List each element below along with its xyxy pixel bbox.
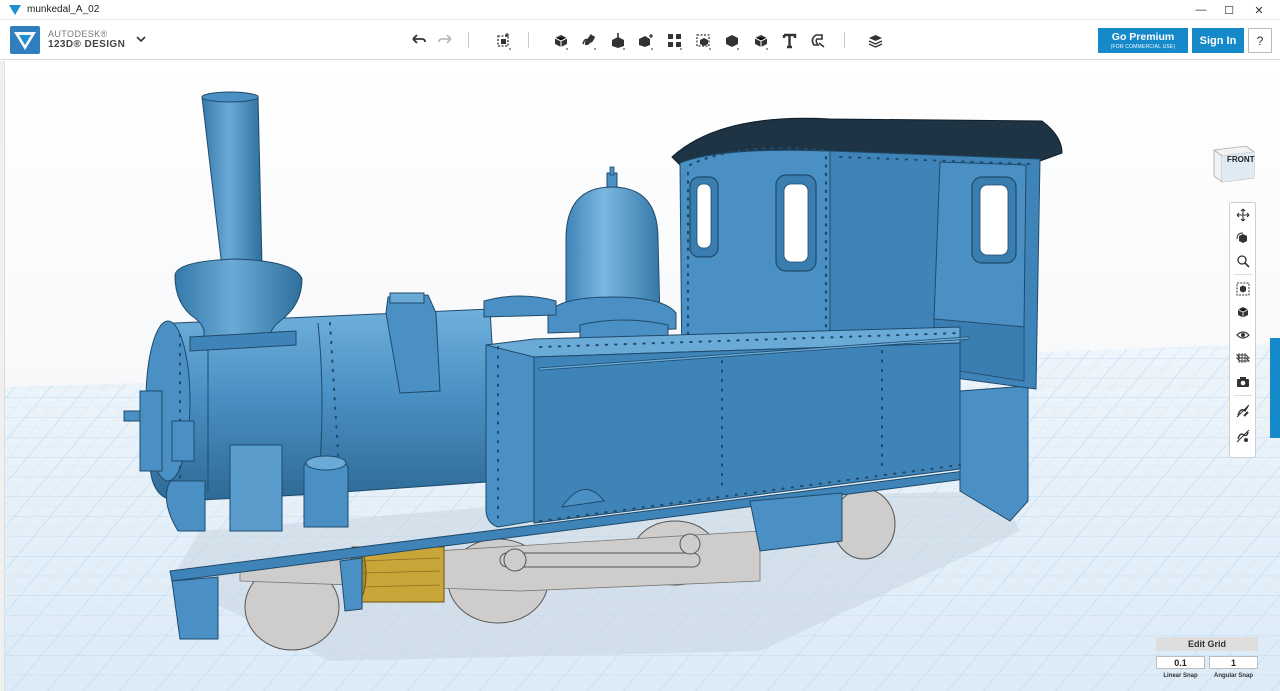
measure-icon <box>754 34 767 47</box>
go-premium-button[interactable]: Go Premium (FOR COMMERCIAL USE) <box>1098 28 1188 53</box>
maximize-button[interactable]: ☐ <box>1214 0 1244 20</box>
dropdown-indicator <box>680 48 682 50</box>
hide-meshes-button[interactable] <box>1234 427 1252 445</box>
pattern-button[interactable] <box>663 29 685 51</box>
snap-button[interactable] <box>806 29 828 51</box>
visibility-icon <box>1236 331 1250 339</box>
primitives-icon <box>554 34 567 47</box>
linear-snap-field[interactable]: 0.1 <box>1156 656 1205 669</box>
dropdown-indicator <box>651 48 653 50</box>
undo-icon <box>411 33 426 44</box>
toolbar-separator <box>468 32 469 48</box>
modify-icon <box>638 33 653 47</box>
angular-snap-label: Angular Snap <box>1213 673 1253 679</box>
redo-button[interactable] <box>434 29 456 51</box>
grouping-button[interactable] <box>692 29 714 51</box>
transform-icon <box>496 32 509 47</box>
app-logo-icon <box>9 4 21 15</box>
3d-viewport[interactable]: FRONT Edit Grid 0.1 1 Linear Snap Angula… <box>0 61 1280 691</box>
chimney <box>174 91 303 352</box>
right-panel-handle[interactable] <box>1270 338 1280 438</box>
chevron-down-icon[interactable] <box>134 32 148 46</box>
sketch-icon <box>581 33 595 45</box>
autodesk-logo-icon[interactable] <box>10 26 40 54</box>
text-icon <box>782 33 796 48</box>
zoom-icon <box>1237 255 1250 268</box>
angular-snap-field[interactable]: 1 <box>1209 656 1258 669</box>
orbit-button[interactable] <box>1234 229 1252 247</box>
material-display-button[interactable] <box>1234 349 1252 367</box>
material-button[interactable] <box>864 29 886 51</box>
view-cube-toggle-button[interactable] <box>1234 303 1252 321</box>
app-toolbar: AUTODESK® 123D® DESIGN Go Premium (FOR C… <box>0 20 1280 60</box>
left-panel-edge <box>0 61 5 691</box>
dropdown-indicator <box>737 48 739 50</box>
combine-icon <box>725 34 738 47</box>
dropdown-indicator <box>709 48 711 50</box>
dropdown-indicator <box>566 48 568 50</box>
window-titlebar: munkedal_A_02 — ☐ ✕ <box>0 0 1280 20</box>
primitives-button[interactable] <box>549 29 571 51</box>
redo-icon <box>437 33 452 44</box>
toolbar-separator <box>528 32 529 48</box>
close-button[interactable]: ✕ <box>1244 0 1274 20</box>
snap-icon <box>811 33 824 48</box>
pattern-icon <box>667 33 681 47</box>
grouping-icon <box>695 33 710 47</box>
sketch-button[interactable] <box>577 29 599 51</box>
measure-button[interactable] <box>749 29 771 51</box>
pan-icon <box>1236 208 1250 222</box>
hide-meshes-icon <box>1236 429 1250 443</box>
pan-button[interactable] <box>1234 206 1252 224</box>
undo-button[interactable] <box>407 29 429 51</box>
material-display-icon <box>1236 353 1250 363</box>
construct-button[interactable] <box>606 29 628 51</box>
nav-separator <box>1234 395 1252 396</box>
view-cube-toggle-icon <box>1237 307 1249 318</box>
screenshot-button[interactable] <box>1234 373 1252 391</box>
view-cube[interactable]: FRONT <box>1208 136 1260 184</box>
view-cube-label: FRONT <box>1227 155 1255 164</box>
minimize-button[interactable]: — <box>1186 0 1216 20</box>
fit-button[interactable] <box>1234 280 1252 298</box>
construct-icon <box>611 32 624 48</box>
fit-icon <box>1236 282 1250 296</box>
zoom-button[interactable] <box>1234 252 1252 270</box>
hide-sketches-icon <box>1236 404 1250 418</box>
dropdown-indicator <box>766 48 768 50</box>
orbit-icon <box>1236 232 1247 243</box>
model-scene[interactable] <box>0 61 1280 691</box>
material-icon <box>868 34 882 48</box>
help-button[interactable]: ? <box>1248 28 1272 53</box>
linear-snap-label: Linear Snap <box>1163 673 1198 679</box>
brand-line-1: AUTODESK® <box>48 29 108 39</box>
brand-wordmark: AUTODESK® 123D® DESIGN <box>48 29 125 50</box>
steam-dome <box>547 166 677 334</box>
toolbar-separator <box>844 32 845 48</box>
dropdown-indicator <box>509 48 511 50</box>
text-button[interactable] <box>778 29 800 51</box>
sign-in-button[interactable]: Sign In <box>1192 28 1244 53</box>
window-title: munkedal_A_02 <box>27 4 100 15</box>
combine-button[interactable] <box>720 29 742 51</box>
edit-grid-button[interactable]: Edit Grid <box>1156 637 1258 651</box>
premium-sublabel: (FOR COMMERCIAL USE) <box>1110 44 1176 50</box>
screenshot-icon <box>1237 377 1249 387</box>
modify-button[interactable] <box>634 29 656 51</box>
transform-button[interactable] <box>492 29 514 51</box>
hide-sketches-button[interactable] <box>1234 402 1252 420</box>
brand-line-2: 123D® DESIGN <box>48 39 126 50</box>
edit-grid-panel: Edit Grid 0.1 1 Linear Snap Angular Snap <box>1156 637 1258 683</box>
dropdown-indicator <box>594 48 596 50</box>
nav-separator <box>1234 274 1252 275</box>
visibility-button[interactable] <box>1234 326 1252 344</box>
premium-label: Go Premium <box>1111 31 1175 43</box>
navigation-bar <box>1229 202 1256 458</box>
dropdown-indicator <box>623 48 625 50</box>
